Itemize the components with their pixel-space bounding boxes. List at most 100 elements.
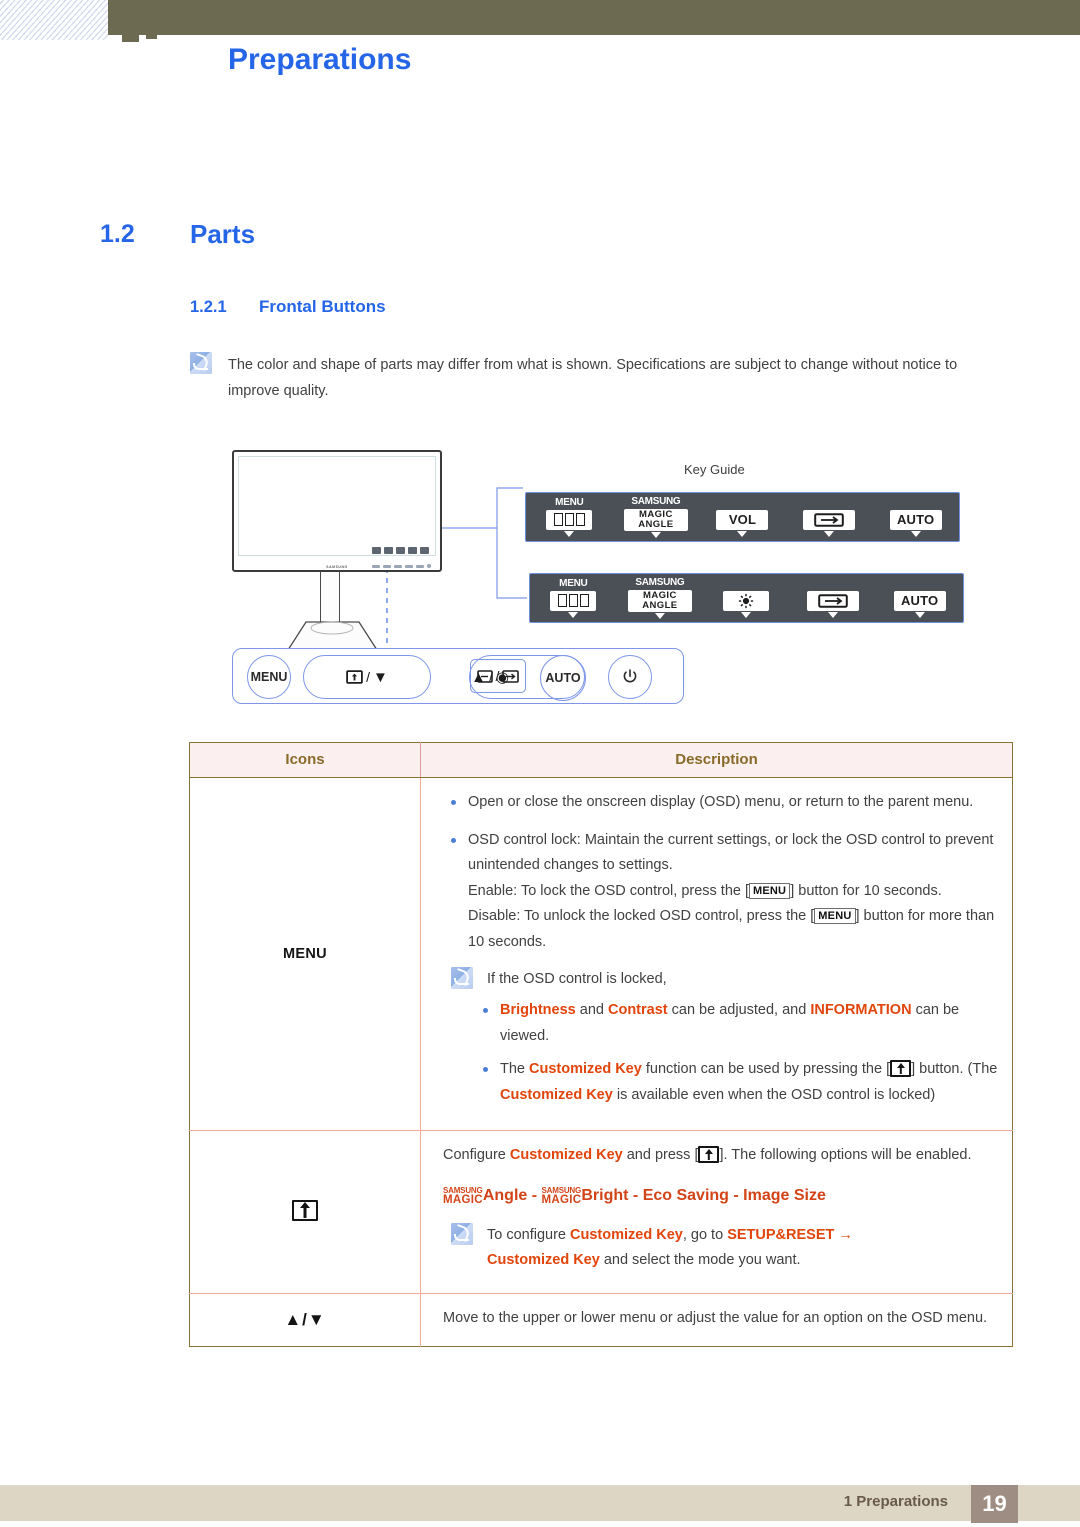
enable-line-pre: Enable: To lock the OSD control, press t… [468, 882, 750, 899]
kg-item-vol: VOL [705, 498, 779, 537]
option-angle: Angle [482, 1186, 528, 1204]
customized-key-term: Customized Key [529, 1061, 642, 1077]
kg-item-auto: AUTO [883, 579, 957, 618]
auto-button[interactable]: AUTO [540, 655, 586, 701]
row-description-up-down: Move to the upper or lower menu or adjus… [421, 1294, 1013, 1347]
note-pre: To configure [487, 1227, 571, 1243]
section-number: 1.2 [100, 220, 135, 248]
menu-key-badge: MENU [749, 882, 791, 899]
source-icon [807, 590, 860, 611]
key-guide-panel-brightness: MENU SAMSUNG MAGIC ANGLE AUTO [529, 573, 964, 623]
configure-mid: and press [ [622, 1147, 699, 1163]
header-stripe-pattern [0, 0, 108, 40]
and-text: and [575, 1002, 608, 1018]
menu-glyph-icon [550, 590, 597, 611]
customized-key-icon [346, 670, 363, 684]
table-row: ▲/▼ Move to the upper or lower menu or a… [189, 1293, 1013, 1347]
customized-key-icon [890, 1060, 912, 1077]
bullet-text-group: Brightness and Contrast can be adjusted,… [500, 998, 998, 1049]
kg-item-menu: MENU [532, 497, 606, 537]
row-icon-up-down: ▲/▼ [189, 1293, 421, 1346]
kg-top-label [792, 498, 866, 509]
footer-page-number: 19 [971, 1485, 1018, 1523]
kg-item-magic-angle: SAMSUNG MAGIC ANGLE [623, 577, 697, 619]
frontal-button-bar: MENU / ▼ ▲ / ◉ / AUTO [232, 648, 684, 704]
monitor-front-buttons [372, 564, 431, 568]
magic-label: MAGIC [443, 1193, 483, 1206]
options-line: SAMSUNG MAGIC Angle - SAMSUNG MAGIC Bright -… [443, 1183, 998, 1210]
page-title: Preparations [228, 43, 412, 76]
note-post: and select the mode you want. [599, 1252, 801, 1268]
button-text: ] button. (The [911, 1061, 998, 1077]
kg-top-label [883, 579, 957, 590]
column-header-description: Description [420, 742, 1013, 778]
column-header-icons: Icons [189, 742, 421, 778]
option-bright: Bright [581, 1186, 629, 1204]
information-term: INFORMATION [810, 1002, 912, 1018]
up-down-arrows-icon: ▲/▼ [284, 1309, 326, 1329]
kg-item-menu: MENU [536, 577, 610, 618]
enable-line-post: ] button for 10 seconds. [790, 882, 942, 899]
disable-line-pre: Disable: To unlock the locked OSD contro… [468, 908, 815, 924]
kg-top-label [709, 579, 783, 590]
row-icon-menu: MENU [189, 777, 421, 1131]
caret-down-icon [564, 530, 575, 537]
subsection-number: 1.2.1 [190, 298, 227, 316]
customized-down-button[interactable]: / ▼ [303, 655, 431, 699]
separator: - [628, 1186, 643, 1204]
configure-line: Configure Customized Key and press []. T… [443, 1143, 998, 1169]
power-icon [623, 669, 637, 683]
menu-icon-label: MENU [283, 946, 327, 962]
kg-item-magic-angle: SAMSUNG MAGIC ANGLE [619, 496, 693, 538]
kg-item-source [792, 498, 866, 537]
row-description-menu: Open or close the onscreen display (OSD)… [420, 777, 1013, 1131]
auto-button: AUTO [889, 509, 942, 530]
configure-pre: Configure [443, 1147, 510, 1163]
magic-line1: MAGIC [643, 589, 677, 601]
source-button[interactable]: / [470, 659, 526, 693]
down-arrow-icon: ▼ [373, 668, 388, 686]
power-button[interactable] [608, 655, 652, 699]
key-guide-panel-vol: MENU SAMSUNG MAGIC ANGLE VOL AUTO [525, 492, 960, 542]
menu-glyph-icon [546, 509, 593, 530]
customized-key-term: Customized Key [509, 1147, 623, 1163]
magic-line2: ANGLE [642, 599, 678, 611]
header-bar [108, 0, 1080, 35]
option-image-size: Image Size [743, 1186, 826, 1204]
arrow-icon: → [834, 1227, 853, 1243]
monitor-brand-logo: SAMSUNG [326, 565, 348, 569]
customized-key-icon [698, 1146, 720, 1163]
bullet-dot-icon [451, 837, 456, 843]
bullet-text-group: OSD control lock: Maintain the current s… [468, 828, 998, 956]
bullet-item: The Customized Key function can be used … [483, 1057, 998, 1108]
top-note: The color and shape of parts may differ … [190, 352, 990, 404]
adjusted-text: can be adjusted, and [667, 1002, 811, 1018]
magic-label: MAGIC [541, 1193, 582, 1206]
note-sub-bullets: Brightness and Contrast can be adjusted,… [483, 998, 998, 1108]
bullet-dot-icon [451, 800, 456, 805]
kg-top-label: MENU [559, 577, 588, 589]
header-tab-accent [122, 35, 139, 42]
bullet-item: OSD control lock: Maintain the current s… [443, 828, 998, 956]
vol-button: VOL [716, 509, 769, 530]
brightness-icon [723, 590, 770, 611]
menu-key-badge: MENU [814, 908, 856, 924]
footer-chapter: 1 Preparations [843, 1493, 948, 1510]
inline-note: To configure Customized Key, go to SETUP… [451, 1223, 998, 1273]
caret-down-icon [654, 612, 665, 619]
function-text: function can be used by pressing the [ [641, 1061, 891, 1077]
parts-table: Icons Description MENU Open or close the… [189, 742, 1013, 1347]
menu-button[interactable]: MENU [247, 655, 291, 699]
parts-diagram: SAMSUNG Key Guide MENU SAMSUNG MAGIC ANG… [0, 430, 1080, 720]
separator: - [527, 1186, 542, 1204]
caret-down-icon [568, 611, 579, 618]
customized-key-term: Customized Key [570, 1227, 683, 1243]
locked-text: is available even when the OSD control i… [612, 1086, 936, 1103]
magic-angle-button: MAGIC ANGLE [623, 508, 688, 531]
caret-down-icon [650, 531, 661, 538]
note-text-group: To configure Customized Key, go to SETUP… [487, 1223, 853, 1273]
inline-note: If the OSD control is locked, [451, 967, 998, 992]
samsung-magic-1: SAMSUNG MAGIC [443, 1186, 483, 1205]
customized-key-term: Customized Key [500, 1086, 613, 1103]
kg-top-label [879, 498, 953, 509]
